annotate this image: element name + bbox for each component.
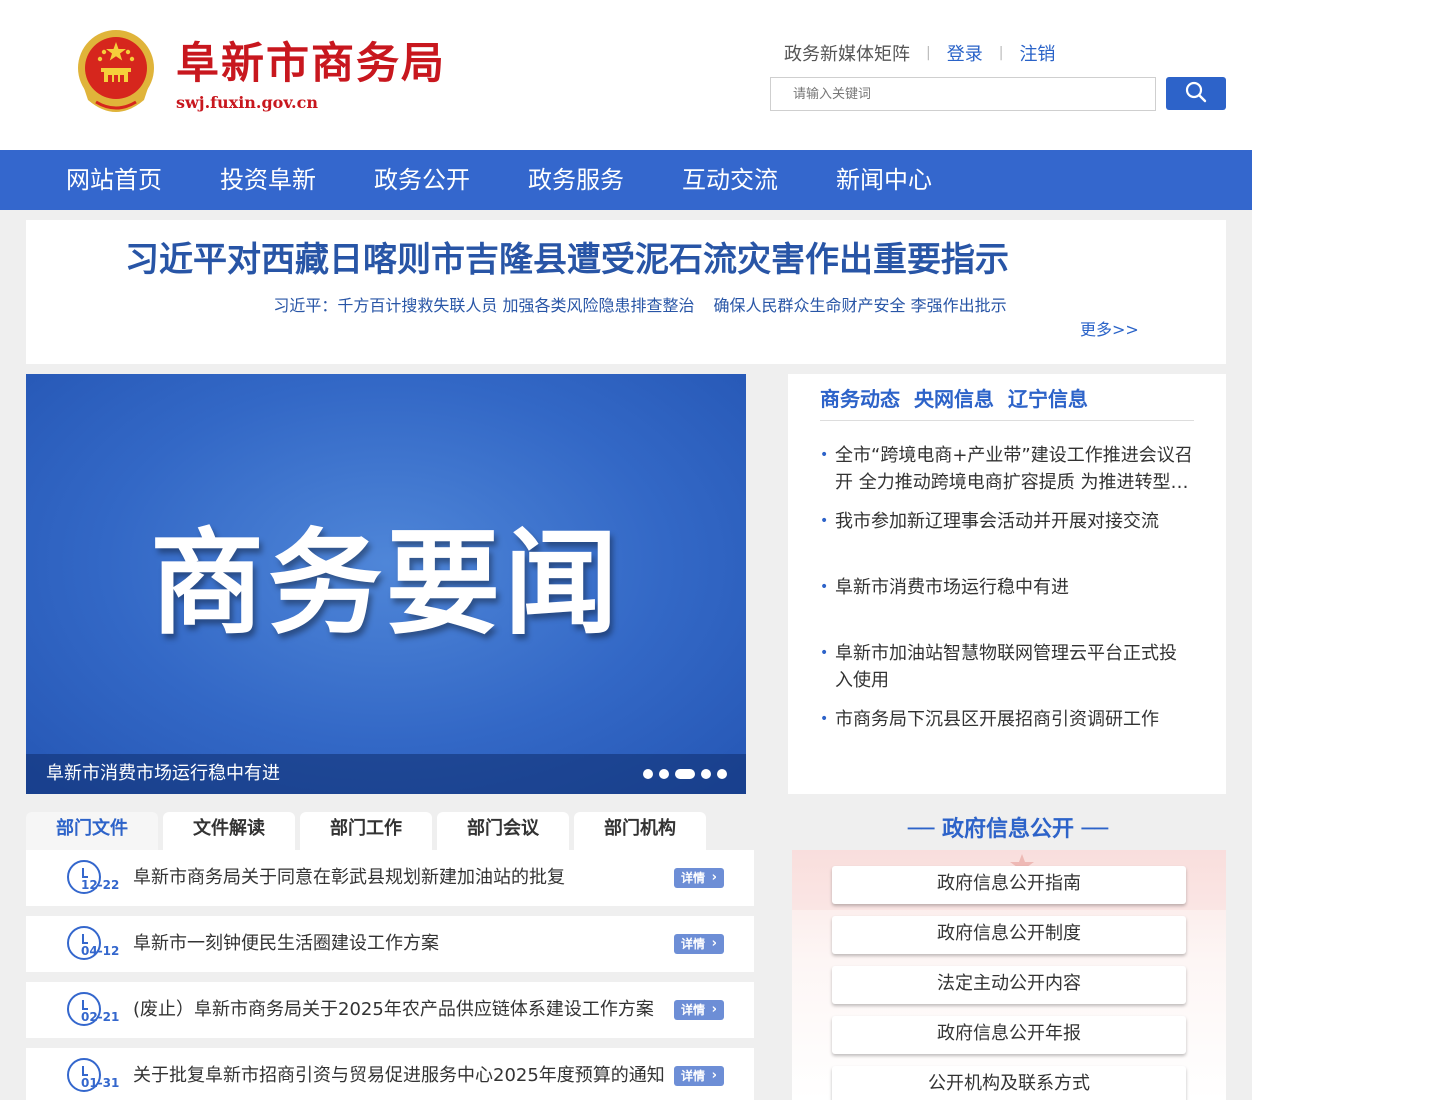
gov-info-content-button[interactable]: 法定主动公开内容 — [832, 966, 1186, 1004]
tab-dept-work[interactable]: 部门工作 — [300, 812, 432, 850]
tab-dept-organization[interactable]: 部门机构 — [574, 812, 706, 850]
headline-sublinks: 习近平：千方百计搜救失联人员 加强各类风险隐患排查整治 确保人民群众生命财产安全… — [26, 295, 1254, 317]
news-tabs: 商务动态 央网信息 辽宁信息 — [820, 384, 1102, 420]
doc-title[interactable]: 阜新市一刻钟便民生活圈建设工作方案 — [133, 916, 439, 972]
doc-row[interactable]: 01-31 关于批复阜新市招商引资与贸易促进服务中心2025年度预算的通知 详情… — [26, 1048, 754, 1104]
nav-item-gov-affairs[interactable]: 政务公开 — [374, 150, 470, 210]
slider-dot[interactable] — [643, 769, 653, 779]
detail-label: 详情 — [681, 937, 706, 951]
news-item-text[interactable]: 市商务局下沉县区开展招商引资调研工作 — [835, 706, 1194, 733]
chevron-right-icon: › — [711, 870, 717, 885]
gov-info-title: ── 政府信息公开 ── — [907, 816, 1109, 842]
slider-caption[interactable]: 阜新市消费市场运行稳中有进 — [46, 754, 280, 794]
detail-label: 详情 — [681, 871, 706, 885]
news-list-item[interactable]: • 阜新市加油站智慧物联网管理云平台正式投入使用 — [820, 640, 1194, 694]
bullet-icon: • — [820, 447, 829, 463]
news-item-text[interactable]: 阜新市消费市场运行稳中有进 — [835, 574, 1194, 601]
doc-row[interactable]: 12-22 阜新市商务局关于同意在彰武县规划新建加油站的批复 详情 › — [26, 850, 754, 906]
new-media-link[interactable]: 政务新媒体矩阵 — [784, 40, 910, 66]
gov-info-contact-button[interactable]: 公开机构及联系方式 — [832, 1066, 1186, 1100]
headline-more-link[interactable]: 更多>> — [1080, 319, 1139, 341]
gov-info-guide-button[interactable]: 政府信息公开指南 — [832, 866, 1186, 904]
detail-label: 详情 — [681, 1003, 706, 1017]
bullet-icon: • — [820, 513, 829, 529]
tab-file-interpretation[interactable]: 文件解读 — [163, 812, 295, 850]
bullet-icon: • — [820, 711, 829, 727]
slider-dots — [643, 769, 733, 779]
news-divider — [820, 420, 1194, 421]
doc-title[interactable]: (废止）阜新市商务局关于2025年农产品供应链体系建设工作方案 — [133, 982, 654, 1038]
news-item-text[interactable]: 阜新市加油站智慧物联网管理云平台正式投入使用 — [835, 640, 1194, 694]
nav-item-interaction[interactable]: 互动交流 — [682, 150, 778, 210]
slider-dot[interactable] — [701, 769, 711, 779]
slider-banner-title: 商务要闻 — [149, 517, 622, 650]
bullet-icon: • — [820, 645, 829, 661]
news-item-text[interactable]: 全市“跨境电商+产业带”建设工作推进会议召开 全力推动跨境电商扩容提质 为推进转… — [835, 442, 1194, 496]
nav-item-home[interactable]: 网站首页 — [66, 150, 162, 210]
doc-tabs: 部门文件 文件解读 部门工作 部门会议 部门机构 — [26, 812, 754, 850]
doc-date: 12-22 — [81, 878, 120, 892]
headline-sublink[interactable]: 习近平：千方百计搜救失联人员 加强各类风险隐患排查整治 — [273, 296, 694, 315]
doc-date: 01-31 — [81, 1076, 120, 1090]
headline-title[interactable]: 习近平对西藏日喀则市吉隆县遭受泥石流灾害作出重要指示 — [26, 238, 1108, 282]
doc-title[interactable]: 阜新市商务局关于同意在彰武县规划新建加油站的批复 — [133, 850, 565, 906]
nav-item-invest[interactable]: 投资阜新 — [220, 150, 316, 210]
detail-button[interactable]: 详情 › — [674, 934, 724, 954]
news-panel: 商务动态 央网信息 辽宁信息 • 全市“跨境电商+产业带”建设工作推进会议召开 … — [788, 374, 1226, 794]
doc-row[interactable]: 04-12 阜新市一刻钟便民生活圈建设工作方案 详情 › — [26, 916, 754, 972]
gov-info-annual-report-button[interactable]: 政府信息公开年报 — [832, 1016, 1186, 1054]
main-nav: 网站首页 投资阜新 政务公开 政务服务 互动交流 新闻中心 — [0, 150, 1252, 210]
nav-item-news-center[interactable]: 新闻中心 — [836, 150, 932, 210]
detail-button[interactable]: 详情 › — [674, 1066, 724, 1086]
slider-dot-active[interactable] — [675, 769, 695, 779]
chevron-right-icon: › — [711, 1068, 717, 1083]
site-domain: swj.fuxin.gov.cn — [176, 93, 318, 112]
gov-info-panel: 政府信息公开指南 政府信息公开制度 法定主动公开内容 政府信息公开年报 公开机构… — [792, 850, 1226, 1100]
tab-central-news[interactable]: 央网信息 — [914, 384, 994, 420]
gov-info-system-button[interactable]: 政府信息公开制度 — [832, 916, 1186, 954]
search-button[interactable] — [1166, 77, 1226, 110]
tab-liaoning-news[interactable]: 辽宁信息 — [1008, 384, 1088, 420]
detail-button[interactable]: 详情 › — [674, 868, 724, 888]
news-slider[interactable]: 商务要闻 阜新市消费市场运行稳中有进 — [26, 374, 746, 794]
doc-date: 02-21 — [81, 1010, 120, 1024]
doc-row[interactable]: 02-21 (废止）阜新市商务局关于2025年农产品供应链体系建设工作方案 详情… — [26, 982, 754, 1038]
tab-dept-files[interactable]: 部门文件 — [26, 812, 158, 850]
logout-link[interactable]: 注销 — [1019, 40, 1055, 66]
news-list-item[interactable]: • 市商务局下沉县区开展招商引资调研工作 — [820, 706, 1194, 733]
slider-caption-bar: 阜新市消费市场运行稳中有进 — [26, 754, 746, 794]
doc-date: 04-12 — [81, 944, 120, 958]
nav-item-gov-services[interactable]: 政务服务 — [528, 150, 624, 210]
search-icon — [1185, 81, 1207, 107]
national-emblem-icon[interactable] — [74, 28, 158, 118]
divider: | — [926, 45, 931, 61]
slider-dot[interactable] — [659, 769, 669, 779]
divider: | — [998, 45, 1004, 61]
search-input[interactable] — [791, 78, 1135, 110]
news-list-item[interactable]: • 阜新市消费市场运行稳中有进 — [820, 574, 1194, 601]
chevron-right-icon: › — [711, 936, 717, 951]
site-header: 阜新市商务局 swj.fuxin.gov.cn 政务新媒体矩阵 | 登录 | 注… — [0, 0, 1252, 150]
slider-dot[interactable] — [717, 769, 727, 779]
detail-button[interactable]: 详情 › — [674, 1000, 724, 1020]
news-item-text[interactable]: 我市参加新辽理事会活动并开展对接交流 — [835, 508, 1194, 535]
news-list-item[interactable]: • 我市参加新辽理事会活动并开展对接交流 — [820, 508, 1194, 535]
detail-label: 详情 — [681, 1069, 706, 1083]
chevron-right-icon: › — [711, 1002, 717, 1017]
headline-section: 习近平对西藏日喀则市吉隆县遭受泥石流灾害作出重要指示 习近平：千方百计搜救失联人… — [26, 220, 1226, 364]
bullet-icon: • — [820, 579, 829, 595]
login-link[interactable]: 登录 — [947, 40, 983, 66]
news-list-item[interactable]: • 全市“跨境电商+产业带”建设工作推进会议召开 全力推动跨境电商扩容提质 为推… — [820, 442, 1194, 496]
page: 阜新市商务局 swj.fuxin.gov.cn 政务新媒体矩阵 | 登录 | 注… — [0, 0, 1252, 1104]
site-title[interactable]: 阜新市商务局 — [176, 36, 446, 92]
tab-dept-meetings[interactable]: 部门会议 — [437, 812, 569, 850]
doc-title[interactable]: 关于批复阜新市招商引资与贸易促进服务中心2025年度预算的通知 — [133, 1048, 665, 1104]
headline-sublink[interactable]: 确保人民群众生命财产安全 李强作出批示 — [714, 296, 1007, 315]
tab-commerce-news[interactable]: 商务动态 — [820, 384, 900, 420]
top-links: 政务新媒体矩阵 | 登录 | 注销 — [784, 38, 1055, 68]
search-box — [770, 77, 1156, 111]
